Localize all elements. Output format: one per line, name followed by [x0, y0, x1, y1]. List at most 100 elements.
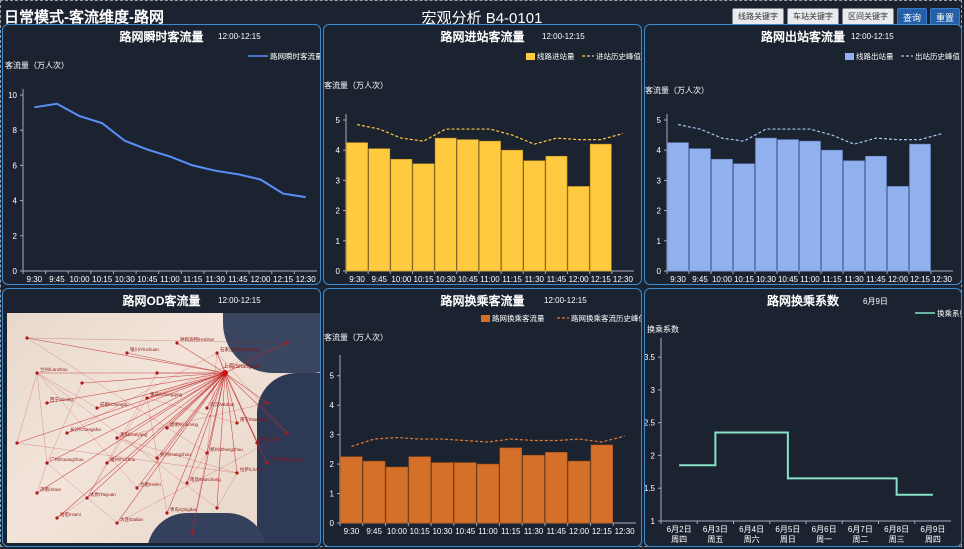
bar: [589, 143, 612, 272]
bar: [799, 140, 821, 272]
x-tick-label: 10:45: [778, 275, 799, 284]
od-flow-line: [126, 352, 226, 374]
bar: [362, 460, 386, 524]
panel-transfer-coef: 路网换乘系数 6月9日 11.522.533.5换乘系数6月2日周四6月3日周五…: [644, 288, 962, 547]
x-tick-label: 12:00: [250, 275, 271, 284]
x-tick-label: 周五: [707, 535, 723, 544]
od-city-label: 郑州/Zhengzhou: [210, 446, 243, 453]
x-tick-label: 9:30: [670, 275, 686, 284]
bar: [777, 139, 799, 272]
od-station-dot: [125, 351, 129, 355]
x-tick-label: 11:45: [228, 275, 248, 284]
y-tick-label: 2: [657, 207, 662, 216]
y-tick-label: 5: [336, 116, 341, 125]
x-tick-label: 11:45: [547, 527, 567, 536]
bar: [390, 158, 413, 272]
od-station-dot: [285, 431, 289, 435]
od-city-label: 银川/Yinchuan: [130, 346, 159, 353]
y-tick-label: 3: [330, 431, 335, 440]
od-city-label: 福州/Fuzhou: [110, 456, 136, 463]
od-lines: 上海/Shanghai 兰州/Lanzhou 银川/Yinchuan 呼和浩特/Hoh…: [15, 336, 304, 535]
x-tick-label: 12:30: [932, 275, 953, 284]
x-tick-label: 10:15: [734, 275, 755, 284]
legend-label: 线路进站量: [537, 51, 575, 61]
y-tick-label: 2: [651, 451, 656, 460]
od-station-dot: [155, 371, 159, 375]
y-tick-label: 1: [336, 237, 341, 246]
bar: [590, 444, 614, 524]
x-tick-label: 12:00: [888, 275, 909, 284]
bar: [434, 137, 457, 272]
od-city-label: 广州/Guangzhou: [50, 456, 84, 463]
od-city-label: 哈密/Hami: [60, 511, 81, 518]
x-tick-label: 10:15: [410, 527, 431, 536]
y-axis-label: 客流量（万人次）: [324, 332, 388, 342]
y-tick-label: 0: [13, 267, 18, 276]
od-station-dot: [65, 431, 69, 435]
od-station-dot: [135, 486, 139, 490]
x-tick-label: 10:45: [137, 275, 158, 284]
legend-label: 线路出站量: [856, 51, 894, 61]
od-station-dot: [190, 531, 194, 535]
peak-line: [351, 435, 625, 447]
data-line: [34, 102, 306, 199]
y-axis-label: 客流量（万人次）: [324, 80, 388, 90]
od-flow-line: [81, 372, 226, 384]
x-tick-label: 9:30: [344, 527, 360, 536]
x-tick-label: 12:15: [910, 275, 931, 284]
bar: [567, 186, 590, 272]
x-tick-label: 11:00: [478, 527, 498, 536]
x-tick-label: 周二: [852, 535, 868, 544]
panel-exit-flow: 路网出站客流量 12:00-12:15 0 1 2 3 4 5 客流量（万人次） 9:30 9:…: [644, 24, 962, 285]
legend-label: 出站历史峰值: [915, 51, 960, 61]
od-city-label: 合肥/Hefei: [140, 481, 161, 488]
x-tick-label: 12:15: [591, 275, 612, 284]
x-tick-label: 6月7日: [848, 525, 873, 534]
od-city-label: 昆明/Kunming: [170, 422, 199, 428]
y-tick-label: 2: [13, 232, 18, 241]
y-tick-label: 3: [651, 386, 656, 395]
od-city-label: 青岛/Qingdao: [170, 506, 198, 513]
x-tick-label: 9:30: [349, 275, 365, 284]
od-city-label: 乌鲁木齐/Urumqi: [270, 456, 304, 463]
bar: [523, 160, 546, 272]
x-tick-label: 10:45: [458, 275, 479, 284]
panel-transfer-flow: 路网换乘客流量 12:00-12:15 0 1 2 3 4 5 客流量（万人次） 9:30 9:…: [323, 288, 642, 547]
x-tick-label: 6月8日: [884, 525, 909, 534]
x-tick-label: 11:00: [480, 275, 500, 284]
od-station-dot: [165, 511, 169, 515]
od-map[interactable]: 上海/Shanghai 兰州/Lanzhou 银川/Yinchuan 呼和浩特/Hoh…: [7, 313, 320, 543]
x-tick-label: 10:00: [712, 275, 733, 284]
x-tick-label: 9:45: [49, 275, 65, 284]
bar: [567, 460, 591, 524]
legend-label: 换乘系数: [937, 308, 962, 318]
bar: [755, 137, 777, 272]
x-tick-label: 11:00: [800, 275, 820, 284]
x-tick-label: 12:00: [569, 275, 590, 284]
y-tick-label: 10: [8, 91, 17, 100]
od-hub-dot: [222, 370, 228, 376]
x-tick-label: 11:15: [501, 527, 521, 536]
x-tick-label: 10:30: [115, 275, 136, 284]
od-station-dot: [115, 436, 119, 440]
x-tick-label: 6月3日: [703, 525, 728, 534]
x-tick-label: 11:15: [183, 275, 203, 284]
y-tick-label: 3.5: [645, 353, 656, 362]
x-tick-label: 10:00: [391, 275, 412, 284]
panel-od-flow: 路网OD客流量 12:00-12:15 上海/Shanghai 兰州/Lanzho…: [2, 288, 321, 547]
od-city-label: 西宁/Xining: [50, 396, 73, 403]
od-flow-line: [191, 452, 208, 534]
od-station-dot: [55, 516, 59, 520]
bar: [456, 139, 479, 272]
transfer-flow-chart: 0 1 2 3 4 5 客流量（万人次） 9:30 9:45 10:00 10:15 10:30 10:…: [324, 313, 641, 536]
y-axis-label: 客流量（万人次）: [645, 85, 709, 95]
x-tick-label: 11:45: [547, 275, 567, 284]
od-station-dot: [35, 491, 39, 495]
x-tick-label: 10:45: [455, 527, 476, 536]
bar: [522, 454, 545, 524]
x-tick-label: 12:30: [296, 275, 317, 284]
od-flow-line: [36, 372, 48, 464]
y-tick-label: 1: [657, 237, 662, 246]
od-city-label: 成都/Chengdu: [100, 401, 129, 408]
od-city-label: 大连/Dalian: [120, 516, 144, 523]
